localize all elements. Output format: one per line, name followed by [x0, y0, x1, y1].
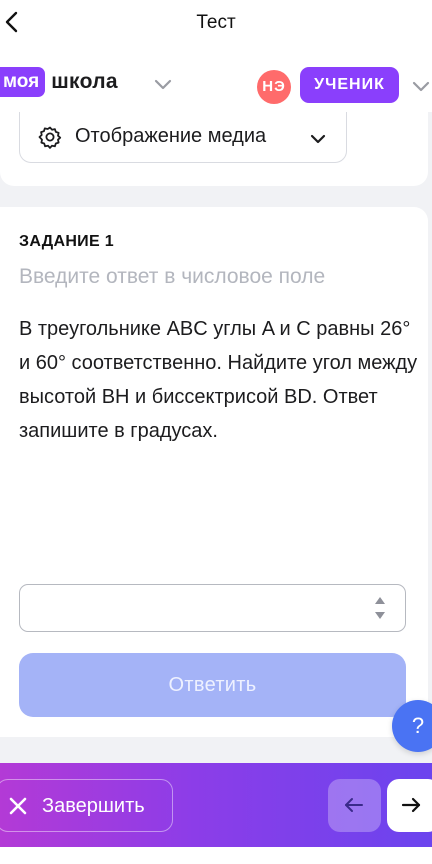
bottom-strip: [0, 847, 432, 864]
media-card: Отображение медиа: [0, 112, 428, 186]
finish-label: Завершить: [42, 795, 145, 817]
task-card: ЗАДАНИЕ 1 Введите ответ в числовое поле …: [0, 207, 428, 737]
logo[interactable]: моя школа: [0, 67, 118, 97]
app-header: моя школа НЭ УЧЕНИК: [0, 44, 432, 112]
next-button[interactable]: [387, 779, 432, 832]
arrow-right-icon: [401, 797, 421, 813]
avatar[interactable]: НЭ: [257, 70, 291, 104]
submit-button[interactable]: Ответить: [19, 653, 406, 717]
media-display-label: Отображение медиа: [75, 125, 267, 147]
logo-badge: моя: [0, 67, 46, 97]
chevron-down-icon: [310, 134, 326, 144]
gear-icon: [38, 126, 62, 149]
footer-bar: Завершить: [0, 763, 432, 847]
chevron-down-icon[interactable]: [410, 80, 432, 94]
media-display-button[interactable]: Отображение медиа: [19, 112, 347, 163]
task-hint: Введите ответ в числовое поле: [19, 265, 326, 288]
answer-input[interactable]: [19, 584, 406, 632]
close-icon: [9, 797, 27, 815]
arrow-left-icon: [345, 798, 363, 812]
prev-button[interactable]: [328, 779, 381, 832]
help-button[interactable]: ?: [392, 700, 432, 752]
top-bar: Тест: [0, 0, 432, 44]
finish-button[interactable]: Завершить: [0, 779, 173, 832]
logo-text: школа: [51, 70, 118, 93]
task-title: ЗАДАНИЕ 1: [19, 233, 114, 250]
role-badge[interactable]: УЧЕНИК: [300, 67, 399, 103]
page-title: Тест: [196, 12, 236, 33]
chevron-down-icon[interactable]: [152, 78, 174, 92]
spinner-icon[interactable]: [373, 593, 387, 623]
task-text: В треугольнике ABC углы A и C равны 26° …: [19, 318, 418, 442]
